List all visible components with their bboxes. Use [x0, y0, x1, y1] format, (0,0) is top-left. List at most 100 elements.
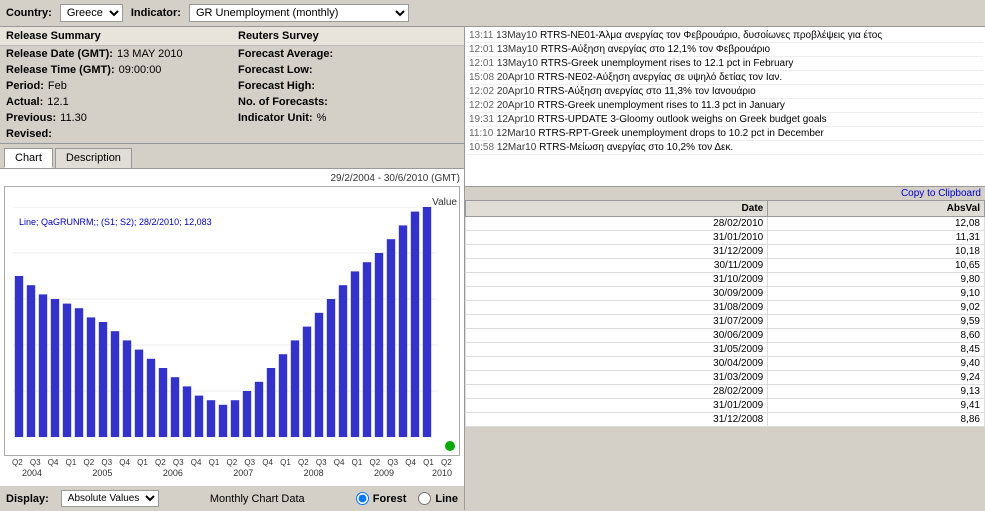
- table-row: 31/07/20099,59: [466, 315, 985, 329]
- bar-chart-svg: 11 10 9 8 7: [13, 207, 437, 437]
- news-item: 19:31 12Apr10 RTRS-UPDATE 3-Gloomy outlo…: [467, 113, 983, 127]
- indicator-unit-field: Indicator Unit: %: [232, 110, 464, 126]
- x-axis-year-labels: 2004 2005 2006 2007 2008 2009 2010: [4, 468, 460, 478]
- bar: [195, 396, 203, 437]
- bar: [63, 304, 71, 437]
- cell-date: 31/07/2009: [466, 315, 768, 329]
- news-date: 20Apr10: [497, 100, 535, 111]
- indicator-select[interactable]: GR Unemployment (monthly): [189, 4, 409, 22]
- cell-date: 31/03/2009: [466, 371, 768, 385]
- actual-value: 12.1: [47, 96, 68, 108]
- green-status-dot: [445, 441, 455, 451]
- news-item: 12:02 20Apr10 RTRS-Greek unemployment ri…: [467, 99, 983, 113]
- news-item: 12:02 20Apr10 RTRS-Αύξηση ανεργίας στο 1…: [467, 85, 983, 99]
- country-label: Country:: [6, 7, 52, 19]
- bar: [135, 350, 143, 437]
- bar: [351, 271, 359, 437]
- news-date: 13May10: [497, 58, 538, 69]
- chart-title: 29/2/2004 - 30/6/2010 (GMT): [4, 173, 460, 184]
- top-bar: Country: Greece Indicator: GR Unemployme…: [0, 0, 985, 27]
- bar: [339, 285, 347, 437]
- cell-absval: 9,10: [768, 287, 985, 301]
- bar: [75, 308, 83, 437]
- display-bar: Display: Absolute Values Monthly Chart D…: [0, 486, 464, 510]
- news-item: 12:01 13May10 RTRS-Αύξηση ανεργίας στο 1…: [467, 43, 983, 57]
- news-time: 12:01: [469, 44, 494, 55]
- cell-date: 31/10/2009: [466, 273, 768, 287]
- news-date: 13May10: [496, 30, 537, 41]
- news-text: RTRS-RPT-Greek unemployment drops to 10.…: [538, 128, 824, 139]
- x-axis-quarter-labels: Q2Q3Q4Q1Q2Q3Q4Q1Q2Q3Q4Q1Q2Q3Q4Q1Q2Q3Q4Q1…: [4, 458, 460, 467]
- news-date: 20Apr10: [497, 72, 535, 83]
- cell-date: 30/11/2009: [466, 259, 768, 273]
- news-text: RTRS-Αύξηση ανεργίας στο 12,1% τον Φεβρο…: [541, 44, 770, 55]
- copy-clipboard[interactable]: Copy to Clipboard: [465, 187, 985, 200]
- forest-radio[interactable]: [356, 492, 369, 505]
- cell-absval: 8,45: [768, 343, 985, 357]
- bar: [363, 262, 371, 437]
- line-radio[interactable]: [418, 492, 431, 505]
- table-row: 31/10/20099,80: [466, 273, 985, 287]
- bar: [279, 354, 287, 437]
- news-item: 11:10 12Mar10 RTRS-RPT-Greek unemploymen…: [467, 127, 983, 141]
- cell-absval: 12,08: [768, 217, 985, 231]
- chart-container: Line; QaGRUNRM;; (S1; S2); 28/2/2010; 12…: [4, 186, 460, 456]
- data-table-scroll[interactable]: Date AbsVal 28/02/201012,0831/01/201011,…: [465, 200, 985, 499]
- forecast-high-field: Forecast High:: [232, 78, 464, 94]
- col-date-header: Date: [466, 201, 768, 217]
- display-label: Display:: [6, 493, 49, 505]
- news-time: 12:01: [469, 58, 494, 69]
- indicator-unit-value: %: [317, 112, 327, 124]
- bar: [123, 340, 131, 437]
- actual-label: Actual:: [6, 96, 43, 108]
- period-field: Period: Feb: [0, 78, 232, 94]
- news-panel[interactable]: 13:11 13May10 RTRS-ΝΕ01-Άλμα ανεργίας το…: [465, 27, 985, 187]
- cell-date: 28/02/2009: [466, 385, 768, 399]
- cell-date: 31/12/2009: [466, 245, 768, 259]
- display-dropdown[interactable]: Absolute Values: [61, 490, 159, 507]
- cell-absval: 8,86: [768, 413, 985, 427]
- bar: [375, 253, 383, 437]
- chart-tabs: Chart Description: [0, 144, 464, 169]
- indicator-label: Indicator:: [131, 7, 181, 19]
- forecast-low-label: Forecast Low:: [238, 64, 313, 76]
- news-item: 13:11 13May10 RTRS-ΝΕ01-Άλμα ανεργίας το…: [467, 29, 983, 43]
- no-forecasts-label: No. of Forecasts:: [238, 96, 328, 108]
- news-time: 15:08: [469, 72, 494, 83]
- table-row: 31/05/20098,45: [466, 343, 985, 357]
- bar: [243, 391, 251, 437]
- bar: [207, 400, 215, 437]
- actual-field: Actual: 12.1: [0, 94, 232, 110]
- bar: [15, 276, 23, 437]
- bar: [147, 359, 155, 437]
- table-row: 30/11/200910,65: [466, 259, 985, 273]
- release-date-label: Release Date (GMT):: [6, 48, 113, 60]
- cell-absval: 9,41: [768, 399, 985, 413]
- main-container: Release Summary Reuters Survey Release D…: [0, 27, 985, 510]
- table-row: 28/02/20099,13: [466, 385, 985, 399]
- table-row: 31/12/20088,86: [466, 413, 985, 427]
- bar: [327, 299, 335, 437]
- tab-description[interactable]: Description: [55, 148, 132, 168]
- cell-absval: 10,18: [768, 245, 985, 259]
- cell-absval: 9,59: [768, 315, 985, 329]
- cell-absval: 11,31: [768, 231, 985, 245]
- right-panel: 13:11 13May10 RTRS-ΝΕ01-Άλμα ανεργίας το…: [465, 27, 985, 510]
- news-text: RTRS-ΝΕ01-Άλμα ανεργίας τον Φεβρουάριο, …: [540, 30, 882, 41]
- table-row: 30/06/20098,60: [466, 329, 985, 343]
- release-date-value: 13 MAY 2010: [117, 48, 183, 60]
- news-date: 13May10: [497, 44, 538, 55]
- bar: [231, 400, 239, 437]
- news-time: 10:58: [469, 142, 494, 153]
- country-select[interactable]: Greece: [60, 4, 123, 22]
- news-date: 12Apr10: [497, 114, 535, 125]
- news-text: RTRS-Μείωση ανεργίας στο 10,2% τον Δεκ.: [539, 142, 733, 153]
- table-row: 31/08/20099,02: [466, 301, 985, 315]
- bar: [303, 327, 311, 437]
- tab-chart[interactable]: Chart: [4, 148, 53, 168]
- bar: [411, 212, 419, 437]
- cell-absval: 9,24: [768, 371, 985, 385]
- news-item: 12:01 13May10 RTRS-Greek unemployment ri…: [467, 57, 983, 71]
- release-col-right: Forecast Average: Forecast Low: Forecast…: [232, 46, 464, 142]
- release-summary-title: Release Summary: [0, 27, 232, 45]
